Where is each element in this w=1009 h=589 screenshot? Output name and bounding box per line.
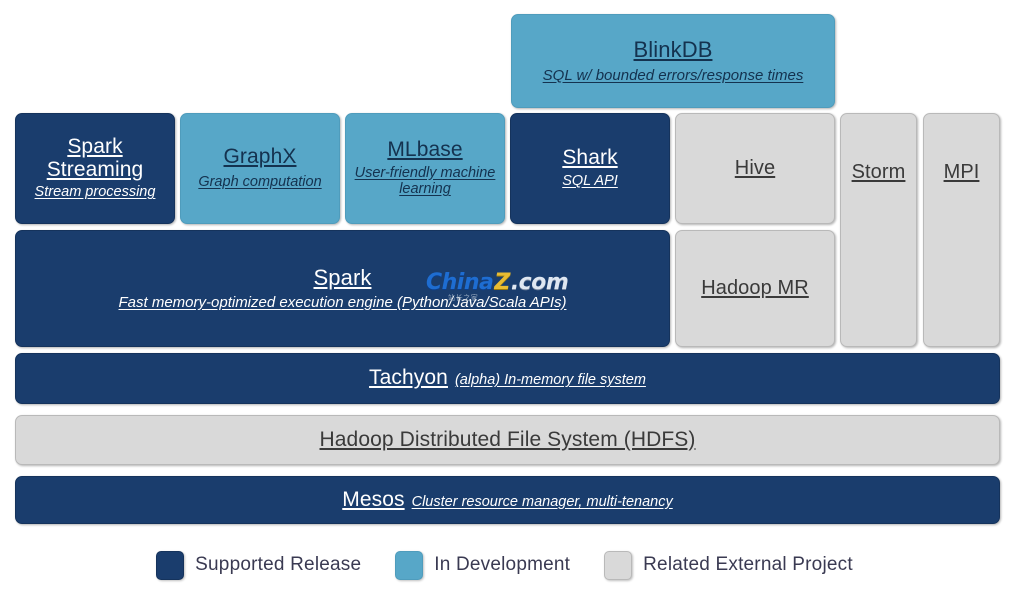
box-shark[interactable]: Shark SQL API (510, 113, 670, 224)
box-spark-streaming-title-line1: Spark (67, 134, 123, 158)
box-hive[interactable]: Hive (675, 113, 835, 224)
box-mpi[interactable]: MPI (923, 113, 1000, 347)
box-shark-title: Shark (562, 146, 618, 170)
legend-label-in-development: In Development (434, 554, 571, 575)
legend-item-supported-release: Supported Release (156, 550, 362, 580)
box-hadoop-mr-title: Hadoop MR (701, 276, 809, 299)
box-tachyon-title: Tachyon (369, 366, 448, 390)
box-shark-subtitle: SQL API (562, 173, 618, 189)
box-mlbase-subtitle: User-friendly machine learning (354, 164, 496, 198)
legend-label-related-external-project: Related External Project (643, 554, 853, 575)
box-storm[interactable]: Storm (840, 113, 917, 347)
box-tachyon-row: Tachyon (alpha) In-memory file system (369, 366, 646, 390)
legend-label-supported-release: Supported Release (195, 554, 362, 575)
legend-swatch-supported-release (156, 550, 185, 580)
legend-item-in-development: In Development (395, 550, 571, 580)
box-storm-title: Storm (851, 161, 906, 183)
box-tachyon[interactable]: Tachyon (alpha) In-memory file system (15, 353, 1000, 404)
box-spark-title: Spark (313, 265, 372, 290)
legend-item-related-external-project: Related External Project (604, 550, 853, 580)
legend-swatch-in-development (395, 550, 424, 580)
box-spark-subtitle: Fast memory-optimized execution engine (… (118, 293, 567, 311)
box-hdfs[interactable]: Hadoop Distributed File System (HDFS) (15, 415, 1000, 465)
box-hdfs-title: Hadoop Distributed File System (HDFS) (319, 427, 696, 451)
box-blinkdb[interactable]: BlinkDB SQL w/ bounded errors/response t… (511, 14, 835, 108)
box-hadoop-mr[interactable]: Hadoop MR (675, 230, 835, 347)
box-mesos-title: Mesos (342, 487, 405, 511)
box-graphx-subtitle: Graph computation (198, 174, 322, 190)
legend-swatch-related-external-project (604, 550, 633, 580)
box-mesos-row: Mesos Cluster resource manager, multi-te… (342, 487, 673, 512)
box-mesos-subtitle: Cluster resource manager, multi-tenancy (411, 493, 673, 510)
box-spark-streaming-title-line2: Streaming (46, 157, 144, 181)
box-mesos[interactable]: Mesos Cluster resource manager, multi-te… (15, 476, 1000, 524)
box-blinkdb-subtitle: SQL w/ bounded errors/response times (542, 66, 804, 84)
box-hive-title: Hive (734, 156, 776, 179)
box-spark-streaming[interactable]: Spark Streaming Stream processing (15, 113, 175, 224)
legend: Supported Release In Development Related… (0, 543, 1009, 587)
box-mpi-title: MPI (943, 161, 980, 183)
box-mlbase[interactable]: MLbase User-friendly machine learning (345, 113, 505, 224)
box-mlbase-title: MLbase (387, 137, 463, 161)
box-spark-streaming-subtitle: Stream processing (34, 184, 156, 201)
bdas-stack-diagram: BlinkDB SQL w/ bounded errors/response t… (0, 0, 1009, 589)
box-graphx[interactable]: GraphX Graph computation (180, 113, 340, 224)
box-blinkdb-title: BlinkDB (633, 37, 713, 62)
box-spark[interactable]: Spark Fast memory-optimized execution en… (15, 230, 670, 347)
box-graphx-title: GraphX (223, 145, 297, 169)
box-tachyon-subtitle: (alpha) In-memory file system (454, 372, 646, 389)
